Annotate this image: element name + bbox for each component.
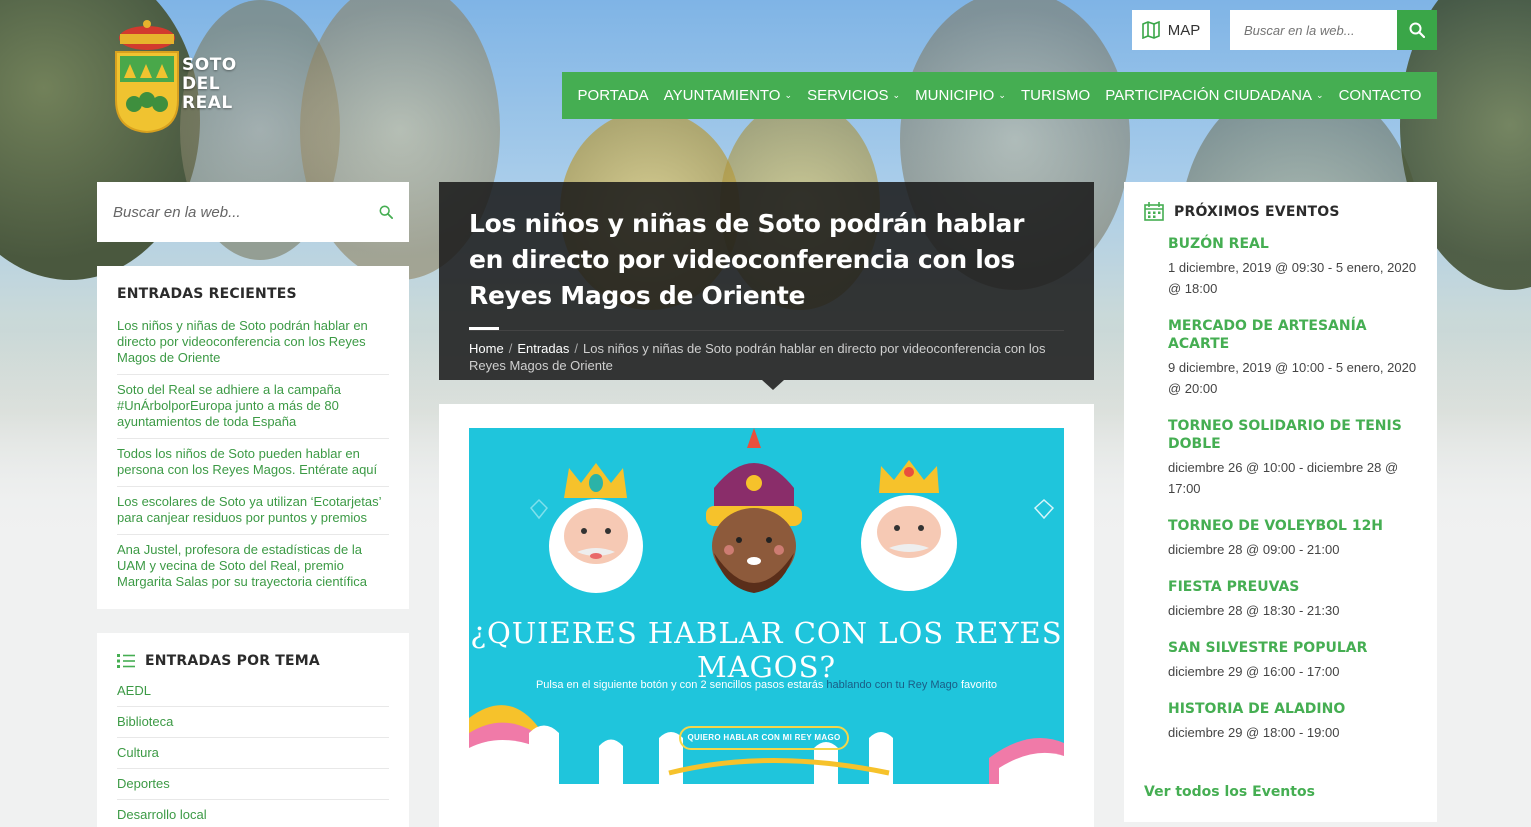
map-icon	[1141, 21, 1160, 39]
nav-item-participación-ciudadana[interactable]: PARTICIPACIÓN CIUDADANA ⌄	[1105, 87, 1323, 104]
topic-link[interactable]: Biblioteca	[117, 707, 389, 738]
nav-item-label: CONTACTO	[1338, 87, 1422, 104]
topic-link[interactable]: Desarrollo local	[117, 800, 389, 827]
banner-subtitle: Pulsa en el siguiente botón y con 2 senc…	[535, 679, 998, 691]
topic-list: AEDL Biblioteca Cultura Deportes Desarrollo …	[117, 683, 389, 827]
recent-entries-list: Los niños y niñas de Soto podrán hablar …	[117, 318, 389, 598]
recent-entry-link[interactable]: Ana Justel, profesora de estadísticas de…	[117, 535, 389, 598]
calendar-icon	[1144, 202, 1164, 221]
sidebar-search[interactable]: Buscar en la web...	[97, 182, 409, 242]
article-header: Los niños y niñas de Soto podrán hablar …	[439, 182, 1094, 390]
breadcrumb: Home / Entradas / Los niños y niñas de Soto …	[469, 330, 1064, 374]
topic-link[interactable]: AEDL	[117, 683, 389, 707]
topic-link[interactable]: Cultura	[117, 738, 389, 769]
nav-item-turismo[interactable]: TURISMO	[1021, 87, 1090, 104]
event-date: diciembre 28 @ 18:30 - 21:30	[1168, 603, 1340, 618]
event-date: diciembre 29 @ 18:00 - 19:00	[1168, 725, 1340, 740]
search-icon[interactable]	[379, 205, 393, 219]
event-item: MERCADO DE ARTESANÍA ACARTE 9 diciembre, …	[1168, 317, 1417, 399]
event-item: TORNEO DE VOLEYBOL 12H diciembre 28 @ 09:…	[1168, 517, 1417, 560]
list-icon	[117, 654, 135, 668]
nav-item-portada[interactable]: PORTADA	[578, 87, 649, 104]
hero-pointer	[762, 380, 784, 390]
event-date: diciembre 29 @ 16:00 - 17:00	[1168, 664, 1340, 679]
event-date: 1 diciembre, 2019 @ 09:30 - 5 enero, 202…	[1168, 260, 1417, 296]
event-date: diciembre 28 @ 09:00 - 21:00	[1168, 542, 1340, 557]
entries-by-topic-title: ENTRADAS POR TEMA	[145, 653, 320, 669]
breadcrumb-entradas[interactable]: Entradas	[517, 341, 569, 356]
talk-to-king-button[interactable]: QUIERO HABLAR CON MI REY MAGO	[679, 726, 849, 750]
event-date: 9 diciembre, 2019 @ 10:00 - 5 enero, 202…	[1168, 360, 1417, 396]
nav-item-label: AYUNTAMIENTO	[663, 87, 781, 104]
breadcrumb-home[interactable]: Home	[469, 341, 504, 356]
event-item: FIESTA PREUVAS diciembre 28 @ 18:30 - 21:…	[1168, 578, 1417, 621]
nav-item-label: PARTICIPACIÓN CIUDADANA	[1105, 87, 1312, 104]
map-button[interactable]: MAP	[1132, 10, 1210, 50]
chevron-down-icon: ⌄	[784, 90, 793, 100]
recent-entry-link[interactable]: Soto del Real se adhiere a la campaña #U…	[117, 375, 389, 439]
recent-entries-title: ENTRADAS RECIENTES	[117, 286, 297, 302]
recent-entry-link[interactable]: Todos los niños de Soto pueden hablar en…	[117, 439, 389, 487]
search-icon	[1409, 22, 1425, 38]
event-item: BUZÓN REAL 1 diciembre, 2019 @ 09:30 - 5 …	[1168, 235, 1417, 299]
event-name-link[interactable]: TORNEO DE VOLEYBOL 12H	[1168, 517, 1417, 535]
banner-headline: ¿QUIERES HABLAR CON LOS REYES MAGOS?	[470, 616, 1063, 684]
nav-item-municipio[interactable]: MUNICIPIO ⌄	[915, 87, 1006, 104]
upcoming-events-title: PRÓXIMOS EVENTOS	[1174, 203, 1340, 220]
event-date: diciembre 26 @ 10:00 - diciembre 28 @ 17…	[1168, 460, 1399, 496]
logo-wordmark: SOTO DEL REAL	[182, 55, 237, 113]
nav-item-label: SERVICIOS	[807, 87, 889, 104]
nav-item-label: MUNICIPIO	[915, 87, 995, 104]
nav-item-servicios[interactable]: SERVICIOS ⌄	[807, 87, 900, 104]
article-title: Los niños y niñas de Soto podrán hablar …	[469, 209, 1025, 310]
all-events-link[interactable]: Ver todos los Eventos	[1144, 784, 1315, 800]
event-name-link[interactable]: TORNEO SOLIDARIO DE TENIS DOBLE	[1168, 417, 1417, 453]
main-navigation: PORTADA AYUNTAMIENTO ⌄ SERVICIOS ⌄ MUNICIPIO ⌄…	[562, 72, 1437, 119]
nav-item-label: TURISMO	[1020, 87, 1091, 104]
event-item: TORNEO SOLIDARIO DE TENIS DOBLE diciembre…	[1168, 417, 1417, 499]
site-logo[interactable]: SOTO DEL REAL	[112, 18, 242, 136]
map-label: MAP	[1167, 21, 1201, 39]
chevron-down-icon: ⌄	[998, 90, 1006, 100]
coat-of-arms-icon	[115, 20, 179, 134]
header-search-input[interactable]	[1230, 10, 1397, 50]
event-item: SAN SILVESTRE POPULAR diciembre 29 @ 16:0…	[1168, 639, 1417, 682]
recent-entry-link[interactable]: Los niños y niñas de Soto podrán hablar …	[117, 318, 389, 375]
event-name-link[interactable]: MERCADO DE ARTESANÍA ACARTE	[1168, 317, 1417, 353]
event-item: HISTORIA DE ALADINO diciembre 29 @ 18:00 …	[1168, 700, 1417, 743]
event-name-link[interactable]: FIESTA PREUVAS	[1168, 578, 1417, 596]
header-search	[1230, 10, 1437, 50]
reyes-magos-banner[interactable]: ¿QUIERES HABLAR CON LOS REYES MAGOS? Pul…	[469, 428, 1064, 784]
recent-entry-link[interactable]: Los escolares de Soto ya utilizan ‘Ecota…	[117, 487, 389, 535]
event-name-link[interactable]: BUZÓN REAL	[1168, 235, 1417, 253]
header-search-button[interactable]	[1397, 10, 1437, 50]
chevron-down-icon: ⌄	[892, 90, 901, 100]
nav-item-contacto[interactable]: CONTACTO	[1339, 87, 1422, 104]
nav-item-label: PORTADA	[577, 87, 649, 104]
nav-item-ayuntamiento[interactable]: AYUNTAMIENTO ⌄	[664, 87, 792, 104]
event-name-link[interactable]: HISTORIA DE ALADINO	[1168, 700, 1417, 718]
upcoming-events-widget: PRÓXIMOS EVENTOS BUZÓN REAL 1 diciembre, …	[1124, 182, 1437, 822]
chevron-down-icon: ⌄	[1315, 90, 1324, 100]
sidebar-search-placeholder: Buscar en la web...	[113, 203, 241, 221]
topic-link[interactable]: Deportes	[117, 769, 389, 800]
event-list: BUZÓN REAL 1 diciembre, 2019 @ 09:30 - 5 …	[1144, 235, 1417, 743]
recent-entries-widget: ENTRADAS RECIENTES Los niños y niñas de …	[97, 266, 409, 609]
event-name-link[interactable]: SAN SILVESTRE POPULAR	[1168, 639, 1417, 657]
article-body: ¿QUIERES HABLAR CON LOS REYES MAGOS? Pul…	[439, 404, 1094, 827]
entries-by-topic-widget: ENTRADAS POR TEMA AEDL Biblioteca Cultura D…	[97, 633, 409, 827]
